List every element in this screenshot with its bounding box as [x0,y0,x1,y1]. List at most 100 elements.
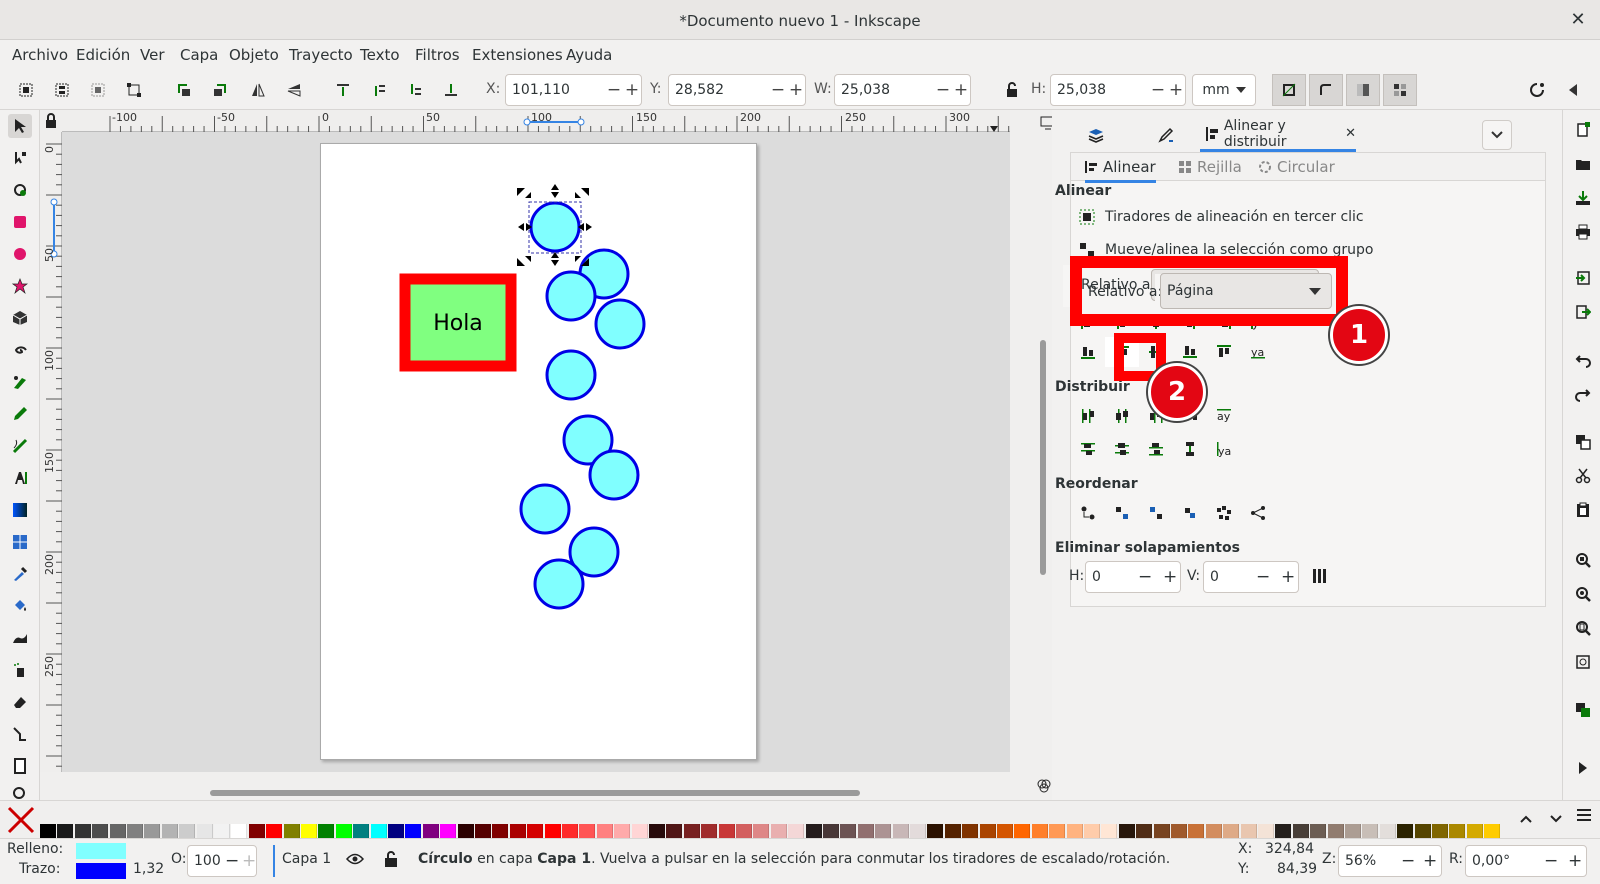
select-all-layers-icon[interactable] [50,78,74,102]
zoom-selection-icon[interactable] [1571,548,1595,572]
paste-icon[interactable] [1571,498,1595,522]
color-swatch[interactable] [596,824,613,838]
color-swatch[interactable] [440,824,457,838]
color-swatch[interactable] [231,824,248,838]
color-swatch[interactable] [579,824,596,838]
rotation-spinbox[interactable]: 0,00° − + [1465,845,1587,877]
rotation-increment[interactable]: + [1568,851,1582,871]
menu-extensiones[interactable]: Extensiones [472,46,563,64]
color-swatch[interactable] [1484,824,1501,838]
relative-select-overlay[interactable]: Página [1160,273,1332,309]
open-document-icon[interactable] [1571,152,1595,176]
stroke-swatch[interactable] [76,863,126,879]
palette-scroll-down-icon[interactable] [1550,811,1562,827]
tweak-tool-icon[interactable] [8,178,32,202]
color-swatch[interactable] [753,824,770,838]
h-spinbox[interactable]: 25,038− + [1050,74,1186,106]
color-swatch[interactable] [1084,824,1100,838]
move-patterns-icon[interactable] [1383,74,1417,106]
color-swatch[interactable] [1240,824,1257,838]
flip-vertical-icon[interactable] [282,78,306,102]
drawing-canvas[interactable]: Hola [62,132,1010,772]
color-swatch[interactable] [1171,824,1187,838]
color-swatch[interactable] [1031,824,1048,838]
color-swatch[interactable] [683,824,700,838]
color-swatch[interactable] [370,824,387,838]
color-swatch[interactable] [475,824,491,838]
zoom-spinbox[interactable]: 56% − + [1338,845,1442,877]
opacity-value[interactable]: 100 [194,853,221,869]
w-decrement[interactable]: − [934,80,952,100]
dock-menu-chevron-icon[interactable] [1482,120,1512,150]
color-swatch[interactable] [1345,824,1361,838]
color-swatch[interactable] [109,824,126,838]
color-swatch[interactable] [631,824,648,838]
align-bottom-edge-icon[interactable] [1071,337,1105,367]
w-value[interactable]: 25,038 [835,82,934,98]
overlap-h-increment[interactable]: + [1163,567,1177,587]
calligraphy-tool-icon[interactable] [8,434,32,458]
menu-ayuda[interactable]: Ayuda [566,46,612,64]
color-swatch[interactable] [614,824,631,838]
copy-icon[interactable] [1571,430,1595,454]
distribute-top-icon[interactable] [1071,434,1105,464]
x-increment[interactable]: + [623,80,641,100]
box3d-tool-icon[interactable] [8,306,32,330]
y-increment[interactable]: + [787,80,805,100]
h-value[interactable]: 25,038 [1051,82,1149,98]
transform-handles-icon[interactable] [122,78,146,102]
color-swatch[interactable] [927,824,944,838]
color-swatch[interactable] [179,824,196,838]
rotate-ccw-icon[interactable] [172,78,196,102]
flip-horizontal-icon[interactable] [246,78,270,102]
color-swatch[interactable] [857,824,874,838]
circle-object[interactable] [533,558,585,610]
circle-object[interactable] [588,449,640,501]
node-tool-icon[interactable] [8,146,32,170]
color-swatch[interactable] [1136,824,1153,838]
color-swatch[interactable] [892,824,909,838]
overlap-h-spinbox[interactable]: 0 − + [1085,561,1181,593]
menu-filtros[interactable]: Filtros [415,46,460,64]
menu-capa[interactable]: Capa [180,46,218,64]
import-icon[interactable] [1571,266,1595,290]
ruler-lock-icon[interactable] [40,110,62,132]
color-swatch[interactable] [979,824,996,838]
color-swatch[interactable] [770,824,787,838]
color-swatch[interactable] [196,824,213,838]
spiral-tool-icon[interactable] [8,338,32,362]
rotate-cw-icon[interactable] [208,78,232,102]
spray-tool-icon[interactable] [8,658,32,682]
color-swatch[interactable] [1327,824,1344,838]
paint-bucket-tool-icon[interactable] [8,594,32,618]
selected-circle[interactable] [529,201,581,253]
color-swatch[interactable] [1432,824,1448,838]
overlap-h-value[interactable]: 0 [1092,569,1101,585]
color-swatch[interactable] [701,824,718,838]
mesh-tool-icon[interactable] [8,530,32,554]
color-swatch[interactable] [1049,824,1066,838]
color-swatch[interactable] [997,824,1013,838]
color-swatch[interactable] [544,824,561,838]
ellipse-tool-icon[interactable] [8,242,32,266]
print-icon[interactable] [1571,220,1595,244]
y-spinbox[interactable]: 28,582− + [668,74,806,106]
snap-toggle-icon[interactable] [1525,78,1549,102]
horizontal-scrollbar[interactable] [210,790,860,796]
color-swatch[interactable] [840,824,857,838]
opacity-decrement[interactable]: − [225,851,239,871]
y-value[interactable]: 28,582 [669,82,769,98]
close-icon[interactable]: ✕ [1566,8,1590,32]
raise-icon[interactable] [367,78,391,102]
raise-to-top-icon[interactable] [331,78,355,102]
color-swatch[interactable] [875,824,892,838]
menu-trayecto[interactable]: Trayecto [289,46,353,64]
menu-edicion[interactable]: Edición [76,46,130,64]
overlap-v-value[interactable]: 0 [1210,569,1219,585]
stroke-width-value[interactable]: 1,32 [133,861,164,877]
color-swatch[interactable] [301,824,317,838]
w-spinbox[interactable]: 25,038− + [834,74,971,106]
distribute-gaps-v-icon[interactable] [1173,434,1207,464]
text-tool-icon[interactable] [8,466,32,490]
circle-object[interactable] [519,483,571,535]
